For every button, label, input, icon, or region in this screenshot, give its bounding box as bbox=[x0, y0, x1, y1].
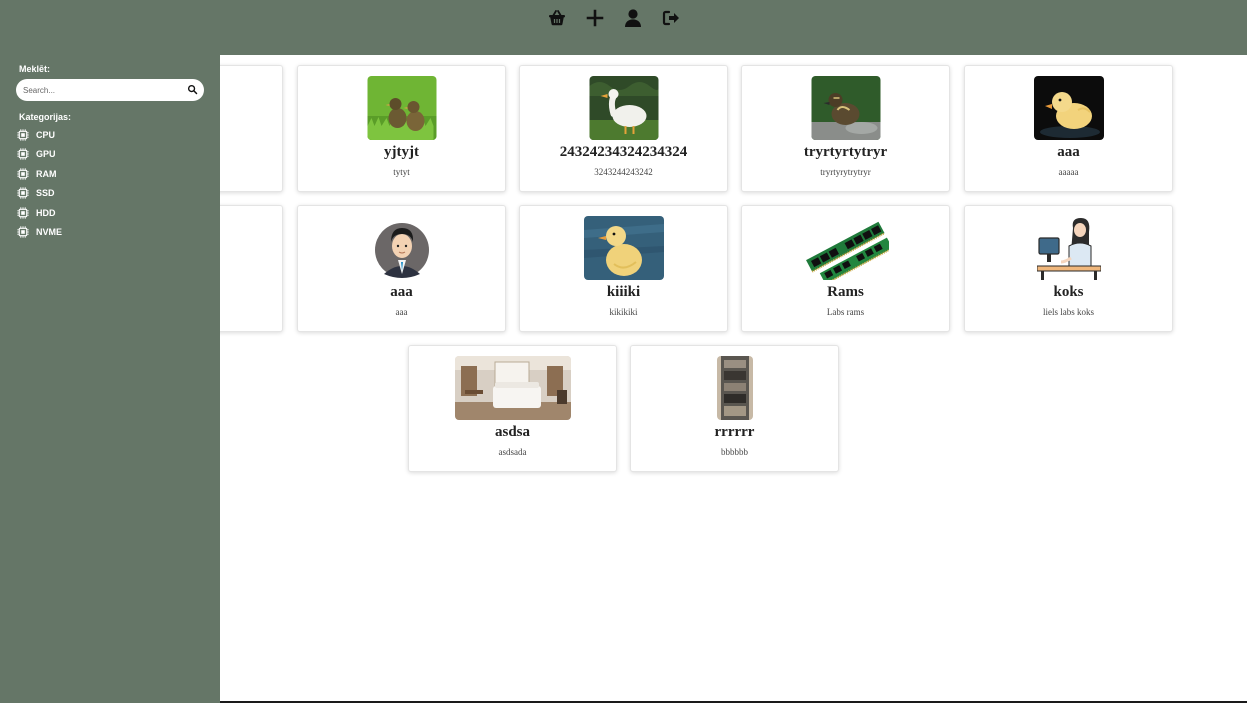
product-title: aaa bbox=[390, 284, 413, 300]
product-image bbox=[367, 76, 436, 140]
chip-icon bbox=[17, 226, 29, 238]
category-label: NVME bbox=[36, 227, 63, 238]
product-title: tryrtyrtytryr bbox=[803, 144, 888, 160]
product-title: koks bbox=[1053, 284, 1084, 300]
categories-label: Kategorijas: bbox=[19, 112, 72, 122]
product-card[interactable]: asdsa asdsada bbox=[408, 345, 617, 472]
product-image bbox=[811, 76, 880, 140]
plus-icon[interactable] bbox=[583, 7, 607, 29]
product-description: liels labs koks bbox=[1043, 307, 1094, 317]
product-description: tryrtyrytrytryr bbox=[820, 167, 871, 177]
product-card-partial[interactable] bbox=[220, 205, 283, 332]
sign-out-icon[interactable] bbox=[659, 7, 683, 29]
user-icon[interactable] bbox=[621, 7, 645, 29]
category-item-ssd[interactable]: SSD bbox=[17, 184, 62, 204]
top-navbar bbox=[0, 0, 1247, 55]
product-image bbox=[803, 216, 889, 280]
category-label: CPU bbox=[36, 129, 56, 140]
product-description: bbbbbb bbox=[721, 447, 748, 457]
category-label: GPU bbox=[36, 149, 56, 160]
category-item-hdd[interactable]: HDD bbox=[17, 203, 62, 223]
chip-icon bbox=[17, 148, 29, 160]
product-description: aaa bbox=[395, 307, 408, 317]
product-description: asdsada bbox=[498, 447, 527, 457]
category-label: RAM bbox=[36, 168, 57, 179]
product-image bbox=[454, 356, 571, 420]
chip-icon bbox=[17, 207, 29, 219]
product-card[interactable]: tryrtyrtytryr tryrtyrytrytryr bbox=[741, 65, 950, 192]
category-list: CPU GPU RAM SSD HDD NVME bbox=[17, 125, 62, 242]
product-card[interactable]: 24324234324234324 3243244243242 bbox=[519, 65, 728, 192]
search-input[interactable] bbox=[23, 82, 183, 98]
chip-icon bbox=[17, 187, 29, 199]
category-item-cpu[interactable]: CPU bbox=[17, 125, 62, 145]
product-title: aaa bbox=[1057, 144, 1080, 160]
category-item-gpu[interactable]: GPU bbox=[17, 145, 62, 165]
product-grid: yjtyjt tytyt 24324234324234324 324324424… bbox=[220, 55, 1247, 701]
product-title: yjtyjt bbox=[384, 144, 419, 160]
search-label: Meklēt: bbox=[19, 64, 51, 74]
search-box bbox=[16, 79, 204, 101]
product-description: kikikiki bbox=[609, 307, 638, 317]
product-description: tytyt bbox=[393, 167, 410, 177]
product-card[interactable]: rrrrrr bbbbbb bbox=[630, 345, 839, 472]
product-title: kiiiki bbox=[606, 284, 641, 300]
product-description: 3243244243242 bbox=[594, 167, 653, 177]
product-image bbox=[716, 356, 753, 420]
product-description: aaaaa bbox=[1058, 167, 1079, 177]
product-title: 24324234324234324 bbox=[559, 144, 688, 160]
product-image bbox=[1033, 76, 1104, 140]
product-card[interactable]: aaa aaaaa bbox=[964, 65, 1173, 192]
search-icon[interactable] bbox=[187, 84, 198, 95]
category-item-ram[interactable]: RAM bbox=[17, 164, 62, 184]
product-image bbox=[1036, 216, 1101, 280]
product-title: rrrrrr bbox=[714, 424, 755, 440]
product-card[interactable]: aaa aaa bbox=[297, 205, 506, 332]
product-title: Rams bbox=[827, 284, 864, 300]
chip-icon bbox=[17, 168, 29, 180]
product-card-partial[interactable] bbox=[220, 65, 283, 192]
category-label: SSD bbox=[36, 188, 55, 199]
sidebar: Meklēt: Kategorijas: CPU GPU RAM SSD HDD… bbox=[0, 55, 220, 703]
category-item-nvme[interactable]: NVME bbox=[17, 223, 62, 243]
chip-icon bbox=[17, 129, 29, 141]
product-image bbox=[589, 76, 658, 140]
product-card[interactable]: yjtyjt tytyt bbox=[297, 65, 506, 192]
product-title: asdsa bbox=[494, 424, 531, 440]
product-image bbox=[374, 218, 430, 278]
top-nav-icons bbox=[545, 7, 683, 29]
product-card[interactable]: koks liels labs koks bbox=[964, 205, 1173, 332]
basket-icon[interactable] bbox=[545, 7, 569, 29]
product-card[interactable]: kiiiki kikikiki bbox=[519, 205, 728, 332]
product-image bbox=[583, 216, 664, 280]
category-label: HDD bbox=[36, 207, 56, 218]
product-description: Labs rams bbox=[826, 307, 865, 317]
product-card[interactable]: Rams Labs rams bbox=[741, 205, 950, 332]
